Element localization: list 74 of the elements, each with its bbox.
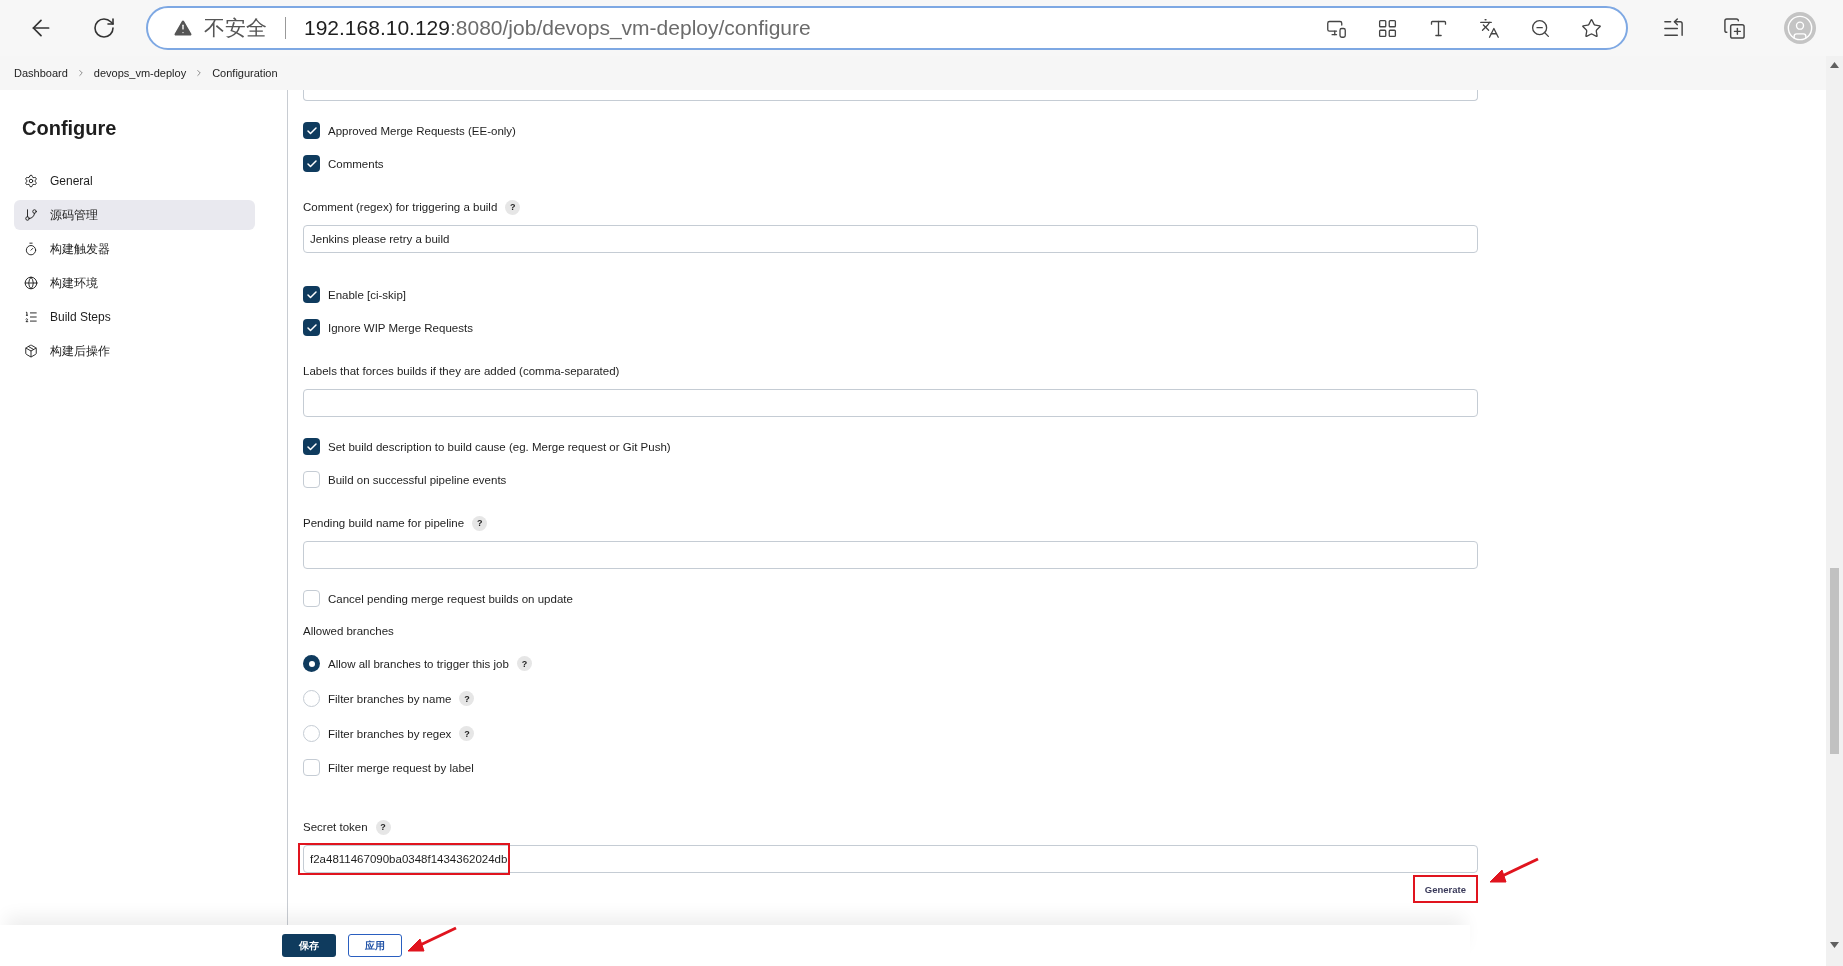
sidebar-item[interactable]: 构建环境 [14, 268, 255, 298]
scrollbar[interactable] [1826, 56, 1843, 966]
sidebar-item[interactable]: 构建触发器 [14, 234, 255, 264]
check-icon [305, 321, 318, 334]
help-icon[interactable]: ? [375, 819, 391, 835]
sidebar-item[interactable]: Build Steps [14, 302, 255, 332]
checkbox[interactable] [303, 471, 320, 488]
help-icon[interactable]: ? [472, 515, 488, 531]
security-label: 不安全 [204, 15, 267, 41]
globe-icon [24, 276, 38, 290]
checkbox[interactable] [303, 590, 320, 607]
collections-icon[interactable] [1723, 16, 1746, 40]
checkbox[interactable] [303, 438, 320, 455]
scrollbar-thumb[interactable] [1830, 568, 1839, 754]
checkbox[interactable] [303, 122, 320, 139]
help-icon[interactable]: ? [516, 656, 532, 671]
check-icon [305, 440, 318, 453]
page-title: Configure [22, 117, 118, 140]
checkbox[interactable] [303, 155, 320, 172]
gear-icon [24, 174, 38, 188]
checkbox[interactable] [303, 286, 320, 303]
checkbox[interactable] [303, 759, 320, 776]
check-icon [305, 157, 318, 170]
save-button[interactable]: 保存 [282, 934, 336, 957]
checkbox-label: Approved Merge Requests (EE-only) [328, 124, 516, 137]
radio-button[interactable] [303, 655, 320, 672]
help-icon[interactable]: ? [505, 199, 521, 215]
text-field[interactable] [303, 90, 1478, 101]
checkbox-label: Cancel pending merge request builds on update [328, 592, 573, 605]
checkbox-label: Set build description to build cause (eg. Merge request or Git Push) [328, 440, 671, 453]
radio-label: Filter branches by name [328, 692, 452, 705]
checkbox-label: Filter merge request by label [328, 761, 474, 774]
token-field[interactable]: f2a4811467090ba0348f1434362024db [303, 845, 1478, 873]
field-label: Comment (regex) for triggering a build [303, 201, 498, 213]
scroll-up-icon[interactable] [1830, 62, 1839, 68]
checkbox[interactable] [303, 319, 320, 336]
text-field[interactable] [303, 541, 1478, 569]
translate-icon[interactable] [1479, 17, 1500, 39]
text-field[interactable] [303, 389, 1478, 417]
reload-icon [92, 16, 116, 40]
checkbox-label: Build on successful pipeline events [328, 473, 507, 486]
zoom-out-icon[interactable] [1530, 17, 1551, 39]
sidebar-item[interactable]: 源码管理 [14, 200, 255, 230]
check-icon [305, 288, 318, 301]
field-label: Labels that forces builds if they are added (comma-separated) [303, 365, 620, 377]
url-text: 192.168.10.129:8080/job/devops_vm-deploy/configure [304, 16, 811, 40]
checkbox-label: Ignore WIP Merge Requests [328, 321, 473, 334]
breadcrumb-link[interactable]: Dashboard [14, 67, 68, 79]
help-icon[interactable]: ? [459, 726, 475, 741]
checkbox-label: Enable [ci-skip] [328, 288, 406, 301]
section-label: Allowed branches [303, 624, 394, 637]
package-icon [24, 344, 38, 358]
grid-icon[interactable] [1377, 17, 1398, 39]
field-label: Pending build name for pipeline [303, 517, 465, 529]
check-icon [305, 124, 318, 137]
help-icon[interactable]: ? [459, 691, 475, 706]
address-bar[interactable]: 不安全 192.168.10.129:8080/job/devops_vm-deploy/configure [146, 6, 1628, 50]
apply-button[interactable]: 应用 [348, 934, 402, 957]
timer-icon [24, 242, 38, 256]
star-icon[interactable] [1581, 17, 1602, 39]
warning-icon [172, 17, 194, 39]
field-label: Secret token [303, 821, 368, 833]
radio-label: Filter branches by regex [328, 727, 452, 740]
sidebar-item[interactable]: 构建后操作 [14, 336, 255, 366]
checkbox-label: Comments [328, 157, 384, 170]
annotation-arrow [1488, 857, 1540, 885]
breadcrumb-link[interactable]: devops_vm-deploy [93, 67, 187, 79]
text-field[interactable]: Jenkins please retry a build [303, 225, 1478, 253]
scroll-down-icon[interactable] [1830, 942, 1839, 948]
branch-icon [24, 208, 38, 222]
breadcrumb-link[interactable]: Configuration [212, 67, 278, 79]
radio-label: Allow all branches to trigger this job [328, 657, 509, 670]
sidebar-item[interactable]: General [14, 166, 255, 196]
list-icon [24, 310, 38, 324]
